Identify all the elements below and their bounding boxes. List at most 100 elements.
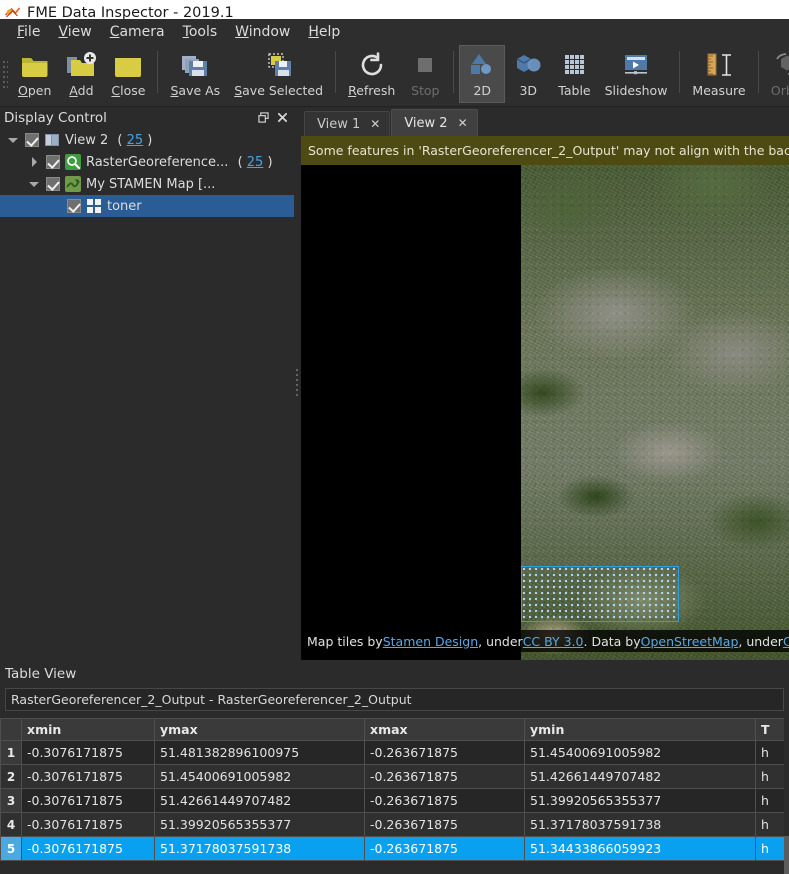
tree-item-checkbox[interactable] [25,133,39,147]
menu-view[interactable]: View [49,22,100,42]
table-row[interactable]: 4 -0.3076171875 51.39920565355377 -0.263671… [0,812,789,837]
openstreetmap-link[interactable]: OpenStreetMap [641,634,739,649]
view-3d-icon [517,55,541,72]
measure-ruler-icon [707,53,731,76]
tree-item-count: ( 25 ) [233,154,273,170]
fme-data-inspector-window: FME Data Inspector - 2019.1 File View Ca… [0,0,789,874]
toolbar-button-label: Table [558,83,591,98]
toolbar-drag-grip[interactable] [0,49,11,101]
undock-icon[interactable] [258,112,269,123]
menu-tools[interactable]: Tools [174,22,227,42]
menu-view-rest: iew [67,24,92,40]
menu-camera-rest: amera [119,24,165,40]
tree-item-label: View 2 [65,132,109,148]
table-cell-xmax: -0.263671875 [364,764,525,789]
table-col-header-ymin[interactable]: ymin [524,718,756,741]
close-icon[interactable]: ✕ [370,118,380,130]
toolbar-button-label: Stop [411,83,440,98]
tree-item-view-2[interactable]: View 2 ( 25 ) [0,129,294,151]
display-control-tree: View 2 ( 25 ) RasterGeoreference... ( 25 … [0,128,294,217]
tree-expander [48,199,62,213]
tree-item-count: ( 25 ) [113,132,153,148]
cc-by-30-link[interactable]: CC BY 3.0 [523,634,584,649]
table-cell-xmin: -0.3076171875 [21,740,155,765]
toolbar-button-measure[interactable]: Measure [685,45,752,103]
toolbar-button-close[interactable]: Close [104,45,152,103]
tree-item-label: My STAMEN Map [... [86,176,216,192]
toolbar-button-stop: Stop [402,45,448,103]
toolbar-button-table[interactable]: Table [551,45,597,103]
tree-item-label: RasterGeoreference... [86,154,229,170]
menu-file-rest: ile [24,24,41,40]
toolbar-button-orbit: Orbit [764,45,789,103]
tree-expander[interactable] [27,177,41,191]
cc-by-link[interactable]: CC BY [783,634,789,649]
menu-file[interactable]: File [8,22,49,42]
stamen-design-link[interactable]: Stamen Design [383,634,478,649]
table-col-header-ymax[interactable]: ymax [154,718,365,741]
tree-expander[interactable] [27,155,41,169]
title-bar: FME Data Inspector - 2019.1 [0,0,789,19]
close-icon[interactable] [277,112,288,123]
toolbar-separator [679,51,681,93]
view-tab-view-2[interactable]: View 2 ✕ [391,109,478,136]
selection-rectangle[interactable] [521,566,679,622]
view-tab-view-1[interactable]: View 1 ✕ [304,111,391,136]
toolbar-button-open[interactable]: Open [11,45,58,103]
table-cell-ymax: 51.37178037591738 [154,836,365,861]
table-vertical-scrollbar[interactable] [784,718,789,874]
main-toolbar: Open Add Close Save As Save Selected Refresh S… [0,45,789,107]
table-view-title: Table View [5,666,77,682]
table-row[interactable]: 1 -0.3076171875 51.481382896100975 -0.26367… [0,740,789,765]
toolbar-button-label: Close [111,83,146,98]
tree-item-checkbox[interactable] [46,155,60,169]
table-cell-ymax: 51.42661449707482 [154,788,365,813]
toolbar-button-save-as[interactable]: Save As [163,45,227,103]
table-row[interactable]: 2 -0.3076171875 51.45400691005982 -0.263671… [0,764,789,789]
view-2d-icon [471,54,492,74]
close-icon[interactable]: ✕ [458,117,468,129]
toolbar-separator [335,51,337,93]
slideshow-icon [625,55,648,75]
tree-item-rastergeoreference[interactable]: RasterGeoreference... ( 25 ) [0,151,294,173]
display-control-panel: Display Control View 2 ( 25 ) RasterGeore… [0,107,294,660]
save-as-icon [182,56,208,76]
table-cell-xmin: -0.3076171875 [21,812,155,837]
view-window-icon [45,134,59,146]
table-grid-icon [565,55,585,74]
display-control-header: Display Control [0,107,294,128]
table-cell-ymin: 51.39920565355377 [524,788,756,813]
toolbar-button-refresh[interactable]: Refresh [341,45,402,103]
toolbar-button-label: Add [69,83,94,98]
tree-item-checkbox[interactable] [67,199,81,213]
toolbar-button-2d[interactable]: 2D [459,45,506,103]
tiles-grid-icon [87,199,101,213]
table-row[interactable]: 5 -0.3076171875 51.37178037591738 -0.263671… [0,836,789,861]
alignment-warning-text: Some features in 'RasterGeoreferencer_2_… [308,143,789,158]
dataset-selector[interactable]: RasterGeoreferencer_2_Output - RasterGeo… [5,688,784,711]
tree-item-toner[interactable]: toner [0,195,294,217]
menu-help[interactable]: Help [299,22,349,42]
table-view-panel: Table View RasterGeoreferencer_2_Output … [0,660,789,874]
table-cell-ymin: 51.34433866059923 [524,836,756,861]
tree-item-checkbox[interactable] [46,177,60,191]
tree-item-my-stamen-map[interactable]: My STAMEN Map [... [0,173,294,195]
scrollbar-thumb[interactable] [784,836,789,874]
menu-camera[interactable]: Camera [101,22,174,42]
alignment-warning-bar: Some features in 'RasterGeoreferencer_2_… [301,136,789,165]
toolbar-separator [757,51,759,93]
panel-splitter[interactable] [294,107,301,660]
toolbar-button-add[interactable]: Add [58,45,104,103]
inspect-magnifier-icon [65,154,81,170]
menu-window[interactable]: Window [226,22,299,42]
table-col-header-xmin[interactable]: xmin [21,718,155,741]
view-tab-label: View 1 [317,116,361,132]
open-folder-icon [21,58,48,77]
orbit-icon [775,53,789,75]
toolbar-button-3d[interactable]: 3D [505,45,551,103]
tree-expander[interactable] [6,133,20,147]
toolbar-button-save-selected[interactable]: Save Selected [227,45,330,103]
table-row[interactable]: 3 -0.3076171875 51.42661449707482 -0.263671… [0,788,789,813]
table-col-header-xmax[interactable]: xmax [364,718,525,741]
toolbar-button-slideshow[interactable]: Slideshow [598,45,675,103]
